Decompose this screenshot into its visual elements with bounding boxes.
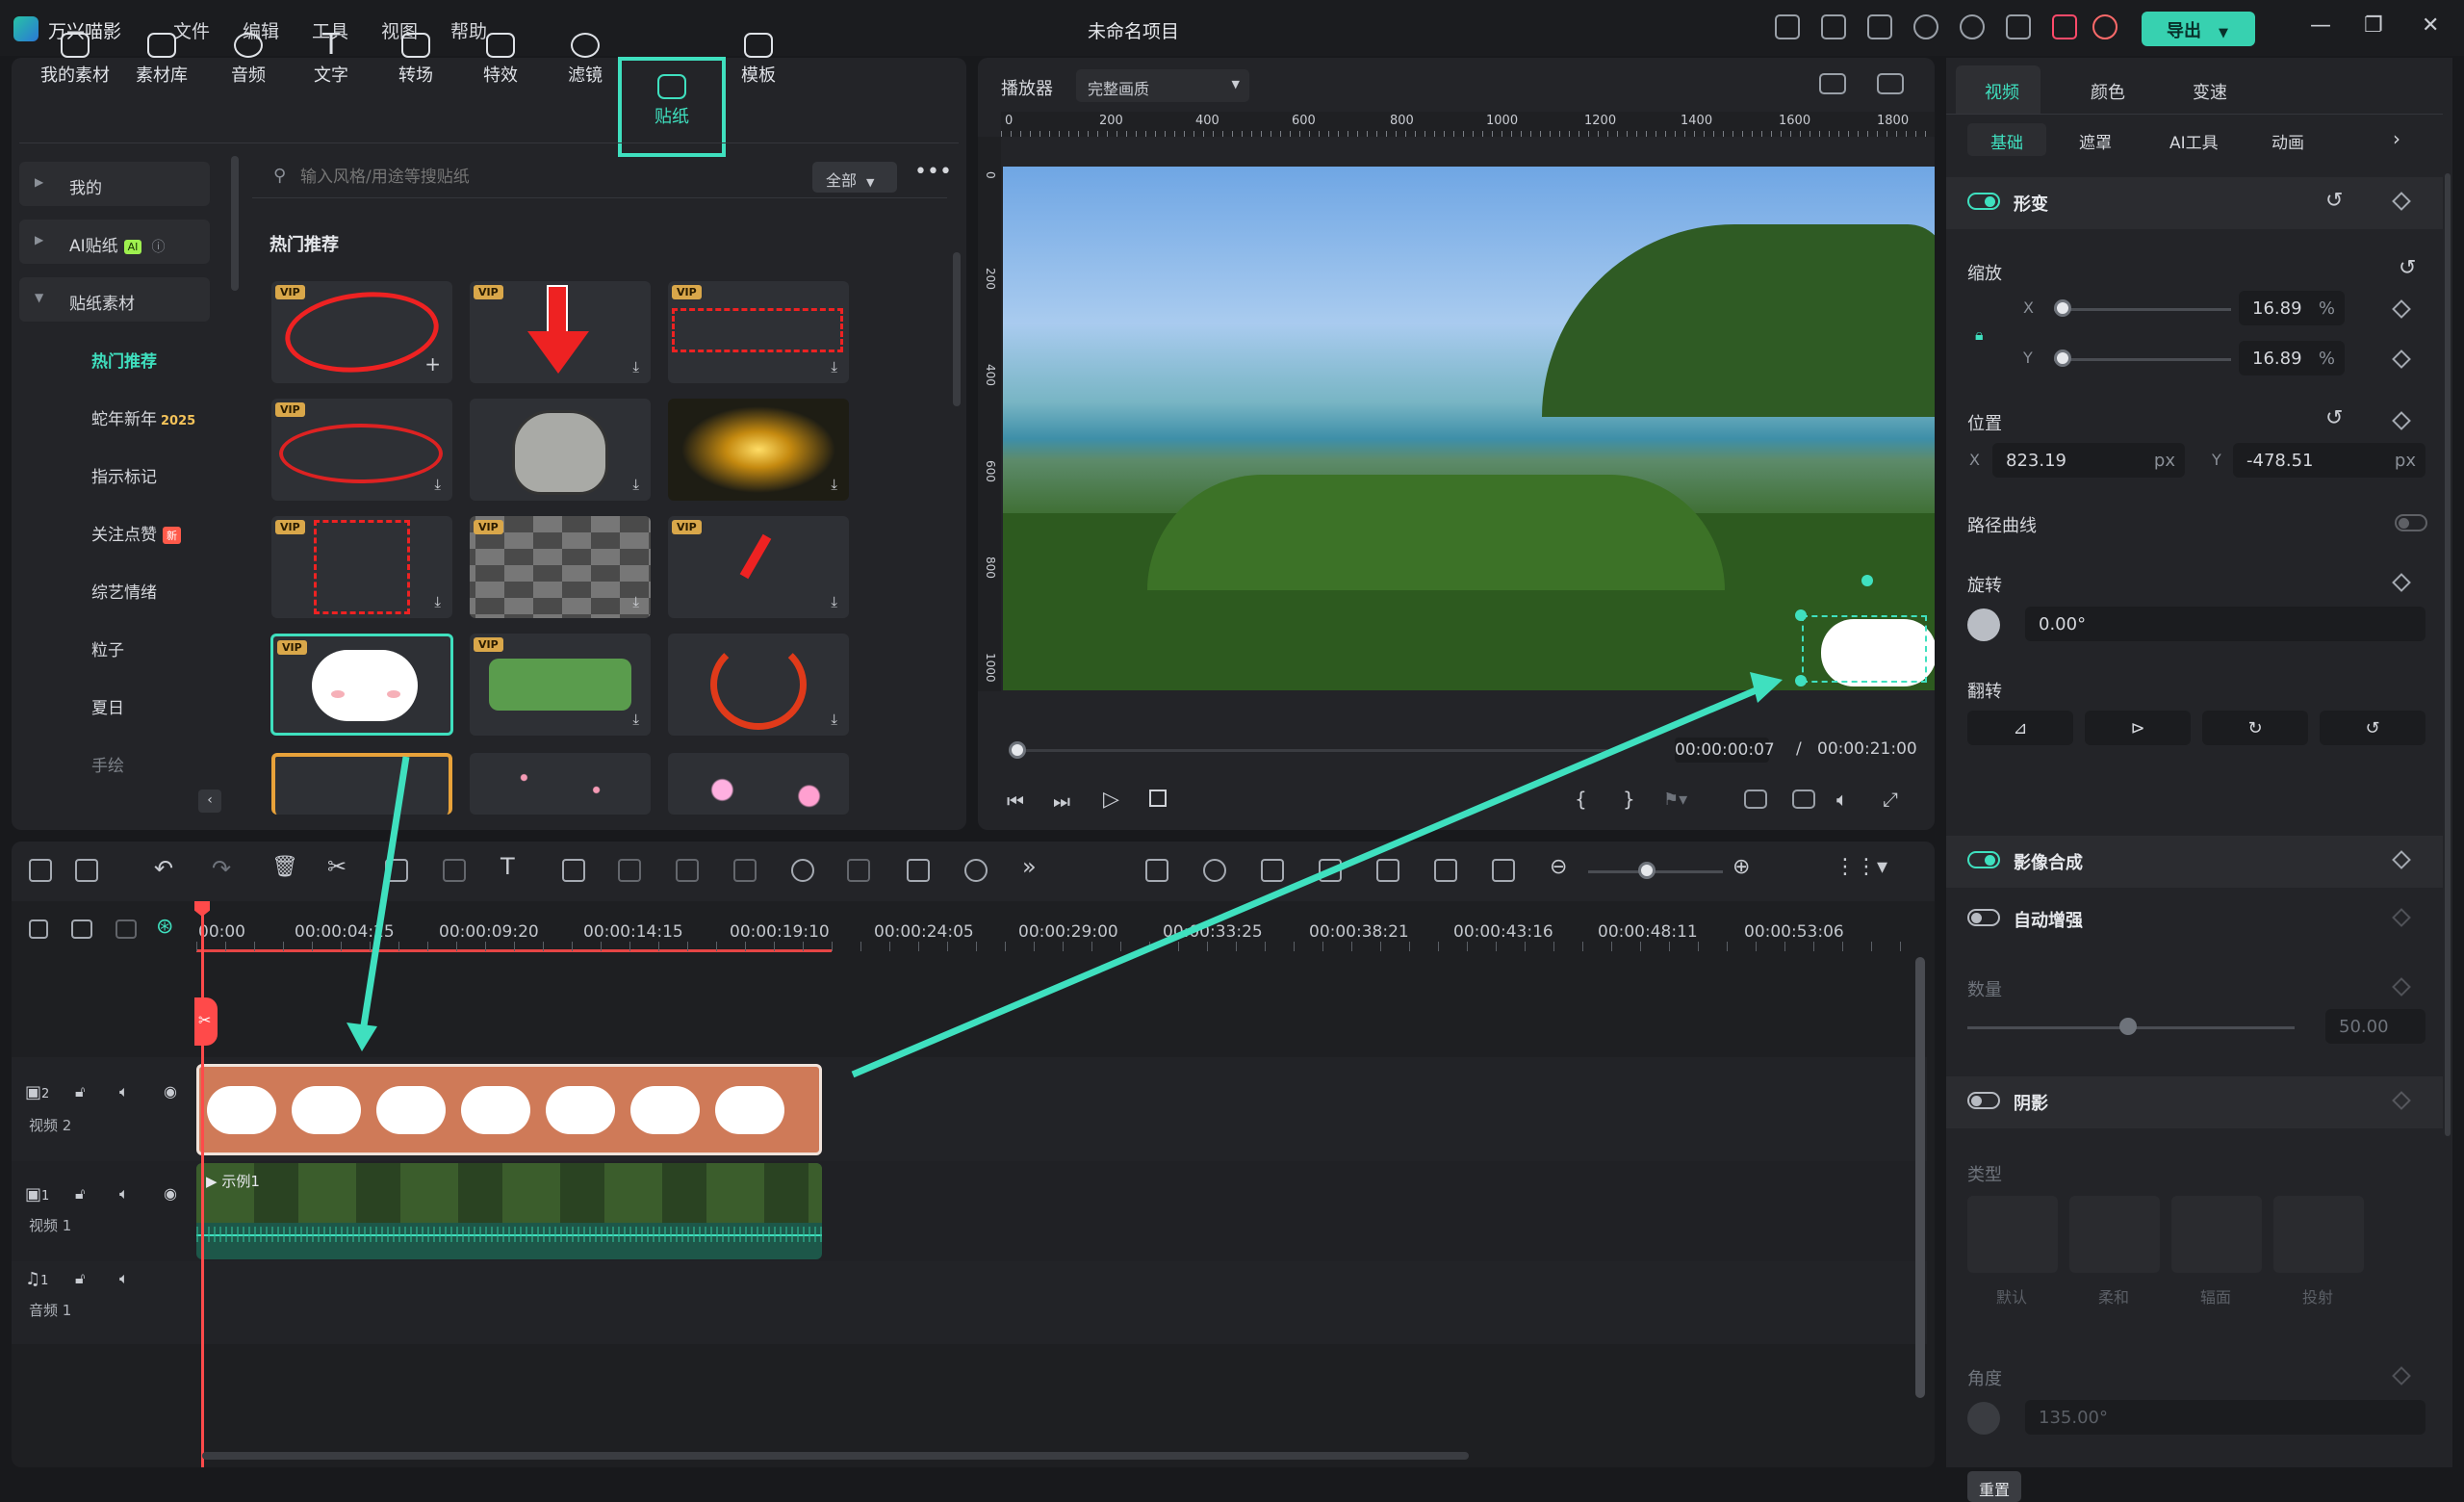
annotation-arrows xyxy=(346,672,1783,1078)
arrow-head xyxy=(1750,672,1783,703)
reset-button[interactable]: 重置 xyxy=(1967,1471,2021,1502)
arrow-clip-to-preview xyxy=(851,682,1769,1078)
arrow-sticker-to-timeline xyxy=(358,756,410,1039)
arrow-head xyxy=(346,1023,377,1051)
